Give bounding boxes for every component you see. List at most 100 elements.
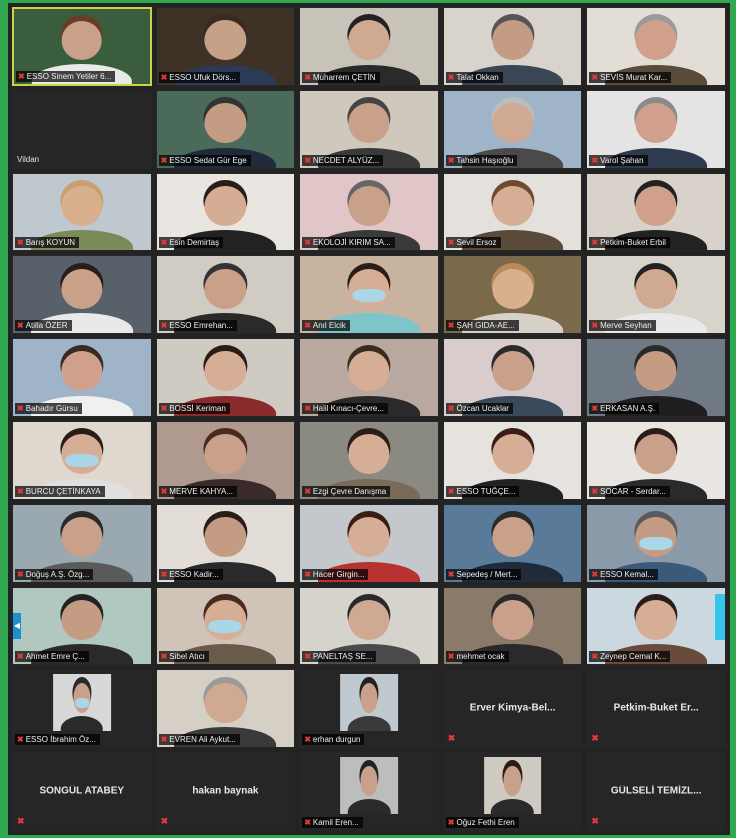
participant-nameplate: ✖ ERKASAN A.Ş.: [589, 403, 660, 414]
participant-face: [491, 351, 534, 392]
participant-tile[interactable]: ✖ ŞAH GIDA-AE...: [442, 255, 583, 335]
participant-tile[interactable]: ✖ ESSO Sinem Yetiler 6...: [12, 7, 152, 86]
participant-tile[interactable]: ✖ Ezgi Çevre Danışma: [299, 421, 439, 500]
participant-tile[interactable]: ✖ Bahadır Gürsu: [12, 338, 152, 417]
participant-name: Vildan: [17, 154, 40, 164]
muted-mic-icon: ✖: [591, 733, 599, 744]
muted-mic-icon: ✖: [591, 238, 599, 248]
participant-tile[interactable]: ✖ ESSO Sedat Gür Ege: [155, 89, 296, 169]
profile-picture: [340, 757, 398, 814]
participant-tile[interactable]: ✖ mehmet ocak: [442, 586, 583, 666]
participant-tile[interactable]: ✖ Sibel Atıcı: [155, 586, 296, 666]
participant-tile[interactable]: Vildan: [12, 89, 152, 169]
participant-name: Ezgi Çevre Danışma: [312, 486, 387, 496]
participant-tile[interactable]: ✖ ESSO Emrehan...: [155, 255, 296, 335]
participant-face: [204, 185, 247, 226]
participant-tile[interactable]: ✖ SOCAR - Serdar...: [586, 421, 726, 500]
muted-mic-icon: ✖: [160, 816, 169, 826]
participant-face: [348, 185, 390, 226]
participant-nameplate: ✖ erhan durgun: [302, 734, 365, 746]
participant-tile[interactable]: ✖ Sepedeş / Mert...: [442, 503, 583, 583]
participant-face: [348, 351, 390, 392]
participant-tile[interactable]: ✖ Halil Kınacı-Çevre...: [299, 338, 439, 417]
participant-face: [348, 599, 390, 640]
participant-tile[interactable]: ✖ NECDET ALYÜZ...: [299, 89, 439, 169]
participant-face: [491, 20, 534, 61]
muted-mic-icon: ✖: [447, 733, 456, 744]
participant-tile[interactable]: ✖ Hacer Girgin...: [299, 503, 439, 583]
muted-mic-icon: ✖: [304, 486, 311, 496]
participant-tile[interactable]: Petkim-Buket Er... ✖: [586, 669, 726, 749]
participant-tile[interactable]: ✖ Merve Seyhan: [586, 255, 726, 335]
participant-tile[interactable]: ✖ ESSO Kadir...: [155, 503, 296, 583]
participant-name: Talat Okkan: [456, 72, 499, 82]
participant-name: Petkim-Buket Er...: [613, 702, 699, 714]
participant-tile[interactable]: ✖ Sevil Ersoz: [442, 172, 583, 252]
muted-mic-icon: ✖: [160, 155, 168, 165]
participant-nameplate: ✖ BOSSİ Keriman: [158, 403, 230, 414]
participant-tile[interactable]: ✖ Barış KOYUN: [12, 172, 152, 252]
participant-tile[interactable]: ✖ BURCU ÇETİNKAYA: [12, 421, 152, 500]
participant-tile[interactable]: ✖ Anıl Elcik: [299, 255, 439, 335]
participant-nameplate: ✖ Atilla ÖZER: [15, 320, 72, 332]
participant-nameplate: ✖ Hacer Girgin...: [302, 568, 369, 580]
participant-nameplate: ✖ Petkim-Buket Erbil: [589, 237, 670, 249]
participant-face: [61, 268, 103, 309]
participant-face: [204, 434, 247, 475]
participant-nameplate: ✖ ESSO Sedat Gür Ege: [158, 154, 251, 166]
participant-tile[interactable]: ✖ Atilla ÖZER: [12, 255, 152, 335]
participant-face: [503, 766, 522, 796]
participant-tile[interactable]: ✖ EVREN Ali Aykut...: [155, 669, 296, 749]
participant-tile[interactable]: ✖ Doğuş A.Ş. Özg...: [12, 503, 152, 583]
participant-tile[interactable]: ✖ PANELTAŞ SE...: [299, 586, 439, 666]
participant-tile[interactable]: ✖ MERVE KAHYA...: [155, 421, 296, 500]
participant-tile[interactable]: ✖ Petkim-Buket Erbil: [586, 172, 726, 252]
participant-body: [60, 716, 104, 732]
participant-tile[interactable]: ✖ Kamil Eren...: [299, 752, 439, 831]
participant-tile[interactable]: GÜLSELİ TEMİZL... ✖: [586, 752, 726, 831]
profile-picture: [52, 674, 111, 732]
screen-share-edge: [715, 593, 725, 640]
muted-mic-icon: ✖: [591, 486, 599, 496]
participant-nameplate: ✖ Özcan Ucaklar: [445, 403, 513, 414]
participant-tile[interactable]: hakan baynak ✖: [155, 752, 296, 831]
participant-tile[interactable]: Erver Kimya-Bel... ✖: [442, 669, 583, 749]
muted-mic-icon: ✖: [160, 652, 168, 662]
participant-tile[interactable]: ✖ EKOLOJİ KIRIM SA...: [299, 172, 439, 252]
participant-nameplate: ✖ ESSO Kadir...: [158, 568, 223, 580]
participant-nameplate: ✖ Anıl Elcik: [302, 320, 350, 332]
participant-tile[interactable]: ✖ Talat Okkan: [442, 7, 583, 86]
muted-mic-icon: ✖: [447, 486, 455, 496]
participant-tile[interactable]: ✖ Zeynep Cemal K...: [586, 586, 726, 666]
participant-tile[interactable]: ✖ Oğuz Fethi Eren: [442, 752, 583, 831]
participant-tile[interactable]: ✖ ERKASAN A.Ş.: [586, 338, 726, 417]
participant-nameplate: ✖ Barış KOYUN: [15, 237, 80, 249]
participant-face: [360, 766, 378, 796]
muted-mic-icon: ✖: [17, 652, 24, 662]
participant-tile[interactable]: ✖ Muharrem ÇETİN: [299, 7, 439, 86]
meeting-window: ✖ ESSO Sinem Yetiler 6... ✖ ESSO Ufuk Dörs.…: [8, 3, 730, 835]
participant-name: ESSO İbrahim Öz...: [25, 735, 96, 745]
muted-mic-icon: ✖: [160, 735, 168, 745]
participant-tile[interactable]: ✖ ESSO Ufuk Dörs...: [155, 7, 296, 86]
participant-tile[interactable]: SONGÜL ATABEY ✖: [12, 752, 152, 831]
participant-tile[interactable]: ✖ SEVİS Murat Kar...: [586, 7, 726, 86]
participant-face: [635, 103, 677, 143]
participant-tile[interactable]: ✖ Özcan Ucaklar: [442, 338, 583, 417]
participant-face: [491, 434, 534, 475]
participant-name: EKOLOJİ KIRIM SA...: [312, 238, 391, 248]
participant-tile[interactable]: ✖ Varol Şahan: [586, 89, 726, 169]
participant-tile[interactable]: ✖ ESSO İbrahim Öz...: [12, 669, 152, 749]
participant-tile[interactable]: ✖ erhan durgun: [299, 669, 439, 749]
participant-nameplate: ✖ Talat Okkan: [445, 71, 503, 83]
participant-tile[interactable]: ✖ ESSO Kemal...: [586, 503, 726, 583]
participant-tile[interactable]: ✖ ESSO TUĞÇE...: [442, 421, 583, 500]
participant-tile[interactable]: ✖ Esin Demirtaş: [155, 172, 296, 252]
previous-page-arrow-icon[interactable]: ◀: [13, 612, 21, 639]
participant-tile[interactable]: ✖ Tahsin Haşıoğlu: [442, 89, 583, 169]
participant-tile[interactable]: ✖ BOSSİ Keriman: [155, 338, 296, 417]
participant-name: Varol Şahan: [600, 155, 644, 165]
participant-tile[interactable]: ◀ ✖ Ahmet Emre Ç...: [12, 586, 152, 666]
profile-picture: [483, 757, 542, 814]
muted-mic-icon: ✖: [17, 238, 24, 248]
